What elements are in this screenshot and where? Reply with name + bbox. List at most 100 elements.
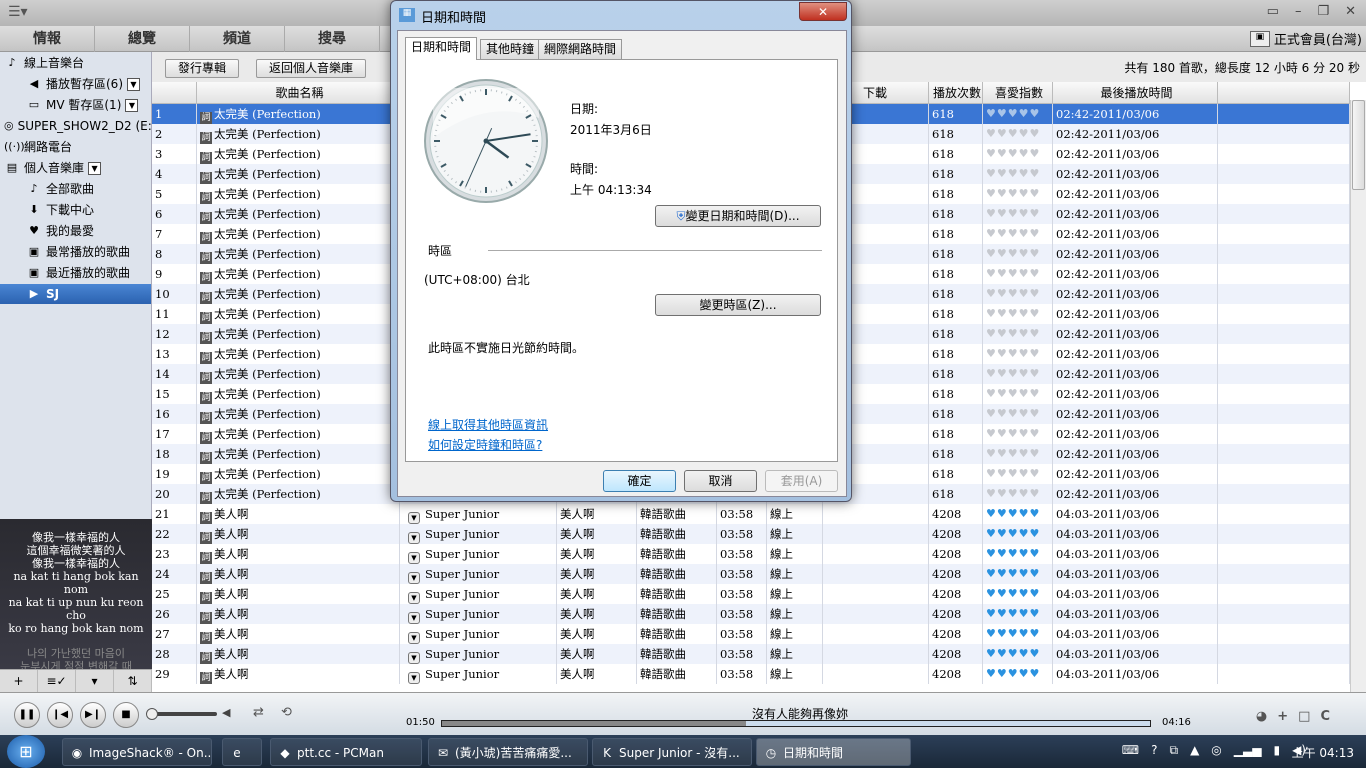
heart-icon[interactable]: ♥ — [1008, 587, 1019, 600]
sidebar-item[interactable]: ▣ 最近播放的歌曲 — [0, 263, 151, 283]
heart-icon[interactable]: ♥ — [986, 567, 997, 580]
apply-button[interactable]: 套用(A) — [765, 470, 838, 492]
chevron-down-icon[interactable]: ▼ — [408, 652, 420, 664]
back-library-button[interactable]: 返回個人音樂庫 — [256, 59, 367, 78]
heart-icon[interactable]: ♥ — [986, 267, 997, 280]
heart-icon[interactable]: ♥ — [997, 607, 1008, 620]
chevron-down-icon[interactable]: ▼ — [408, 572, 420, 584]
heart-icon[interactable]: ♥ — [1008, 507, 1019, 520]
heart-icon[interactable]: ♥ — [997, 467, 1008, 480]
heart-icon[interactable]: ♥ — [997, 487, 1008, 500]
table-row[interactable]: 27 詞美人啊 ▼ Super Junior 美人啊 韓語歌曲 03:58 線上 4208 ♥♥♥… — [152, 624, 1350, 644]
heart-icon[interactable]: ♥ — [986, 647, 997, 660]
sidebar-item[interactable]: ⬇ 下載中心 — [0, 200, 151, 220]
chevron-down-icon[interactable]: ▼ — [408, 672, 420, 684]
heart-icon[interactable]: ♥ — [1019, 247, 1030, 260]
tab-additional-clocks[interactable]: 其他時鐘 — [480, 39, 541, 59]
sidebar-item[interactable]: ((·)) 網路電台 — [0, 137, 151, 157]
taskbar-button[interactable]: ✉ (黃小琥)苦苦痛痛愛... — [428, 738, 588, 766]
heart-icon[interactable]: ♥ — [1019, 627, 1030, 640]
header-last-played[interactable]: 最後播放時間 — [1053, 82, 1218, 103]
ok-button[interactable]: 確定 — [603, 470, 676, 492]
heart-icon[interactable]: ♥ — [986, 207, 997, 220]
heart-icon[interactable]: ♥ — [997, 407, 1008, 420]
heart-icon[interactable]: ♥ — [1030, 547, 1041, 560]
heart-icon[interactable]: ♥ — [1019, 607, 1030, 620]
repeat-icon[interactable]: ⟲ — [281, 705, 292, 720]
heart-icon[interactable]: ♥ — [1008, 647, 1019, 660]
heart-icon[interactable]: ♥ — [1030, 487, 1041, 500]
heart-icon[interactable]: ♥ — [1008, 367, 1019, 380]
taskbar-button[interactable]: e — [222, 738, 262, 766]
window-mode-icon[interactable]: □ — [1298, 709, 1310, 724]
heart-icon[interactable]: ♥ — [1030, 167, 1041, 180]
start-button[interactable]: ⊞ — [7, 735, 45, 768]
publish-album-button[interactable]: 發行專輯 — [165, 59, 240, 78]
lyrics-toggle-icon[interactable]: ◕ — [1256, 709, 1267, 724]
heart-icon[interactable]: ♥ — [1008, 327, 1019, 340]
mini-mode-icon[interactable]: ▭ — [1267, 4, 1279, 19]
speaker-icon[interactable]: ◀ — [222, 706, 230, 719]
heart-icon[interactable]: ♥ — [986, 607, 997, 620]
heart-icon[interactable]: ♥ — [997, 147, 1008, 160]
heart-icon[interactable]: ♥ — [986, 667, 997, 680]
dropdown-button[interactable]: ▾ — [76, 670, 114, 692]
heart-icon[interactable]: ♥ — [1008, 427, 1019, 440]
heart-icon[interactable]: ♥ — [1030, 587, 1041, 600]
heart-icon[interactable]: ♥ — [1008, 347, 1019, 360]
next-button[interactable]: ▶❙ — [80, 702, 106, 728]
heart-icon[interactable]: ♥ — [1019, 447, 1030, 460]
link-how-to-set-clock[interactable]: 如何設定時鐘和時區? — [428, 436, 542, 453]
previous-button[interactable]: ❙◀ — [47, 702, 73, 728]
table-row[interactable]: 23 詞美人啊 ▼ Super Junior 美人啊 韓語歌曲 03:58 線上 4208 ♥♥♥… — [152, 544, 1350, 564]
heart-icon[interactable]: ♥ — [986, 387, 997, 400]
pause-button[interactable]: ❚❚ — [14, 702, 40, 728]
show-hidden-icons[interactable]: ▲ — [1190, 743, 1199, 758]
heart-icon[interactable]: ♥ — [1030, 507, 1041, 520]
heart-icon[interactable]: ♥ — [1008, 267, 1019, 280]
heart-icon[interactable]: ♥ — [1008, 227, 1019, 240]
heart-icon[interactable]: ♥ — [997, 127, 1008, 140]
vertical-scrollbar[interactable] — [1350, 100, 1366, 692]
heart-icon[interactable]: ♥ — [1030, 267, 1041, 280]
change-timezone-button[interactable]: 變更時區(Z)... — [655, 294, 821, 316]
progress-bar[interactable] — [441, 720, 1151, 727]
heart-icon[interactable]: ♥ — [986, 527, 997, 540]
heart-icon[interactable]: ♥ — [986, 227, 997, 240]
heart-icon[interactable]: ♥ — [1008, 467, 1019, 480]
heart-icon[interactable]: ♥ — [986, 167, 997, 180]
heart-icon[interactable]: ♥ — [1030, 247, 1041, 260]
heart-icon[interactable]: ♥ — [1030, 227, 1041, 240]
heart-icon[interactable]: ♥ — [1030, 187, 1041, 200]
heart-icon[interactable]: ♥ — [1030, 327, 1041, 340]
restore-button[interactable]: ❐ — [1317, 4, 1329, 19]
taskbar-button[interactable]: ◆ ptt.cc - PCMan — [270, 738, 422, 766]
sidebar-item[interactable]: ▤ 個人音樂庫 ▼ — [0, 158, 151, 178]
add-playlist-button[interactable]: + — [0, 670, 38, 692]
volume-knob[interactable] — [146, 708, 158, 720]
heart-icon[interactable]: ♥ — [1008, 547, 1019, 560]
table-row[interactable]: 25 詞美人啊 ▼ Super Junior 美人啊 韓語歌曲 03:58 線上 4208 ♥♥♥… — [152, 584, 1350, 604]
heart-icon[interactable]: ♥ — [1019, 207, 1030, 220]
heart-icon[interactable]: ♥ — [997, 327, 1008, 340]
heart-icon[interactable]: ♥ — [1019, 587, 1030, 600]
heart-icon[interactable]: ♥ — [997, 527, 1008, 540]
heart-icon[interactable]: ♥ — [1019, 367, 1030, 380]
heart-icon[interactable]: ♥ — [1008, 247, 1019, 260]
heart-icon[interactable]: ♥ — [997, 307, 1008, 320]
table-row[interactable]: 29 詞美人啊 ▼ Super Junior 美人啊 韓語歌曲 03:58 線上 4208 ♥♥♥… — [152, 664, 1350, 684]
heart-icon[interactable]: ♥ — [997, 247, 1008, 260]
heart-icon[interactable]: ♥ — [1030, 107, 1041, 120]
add-icon[interactable]: + — [1277, 709, 1288, 724]
heart-icon[interactable]: ♥ — [1030, 447, 1041, 460]
dialog-close-button[interactable]: ✕ — [799, 2, 847, 21]
table-row[interactable]: 26 詞美人啊 ▼ Super Junior 美人啊 韓語歌曲 03:58 線上 4208 ♥♥♥… — [152, 604, 1350, 624]
heart-icon[interactable]: ♥ — [1030, 207, 1041, 220]
heart-icon[interactable]: ♥ — [1019, 507, 1030, 520]
power-icon[interactable]: ▮ — [1273, 743, 1280, 758]
header-index[interactable] — [152, 82, 197, 103]
heart-icon[interactable]: ♥ — [1019, 487, 1030, 500]
heart-icon[interactable]: ♥ — [986, 107, 997, 120]
cancel-button[interactable]: 取消 — [684, 470, 757, 492]
heart-icon[interactable]: ♥ — [1030, 287, 1041, 300]
